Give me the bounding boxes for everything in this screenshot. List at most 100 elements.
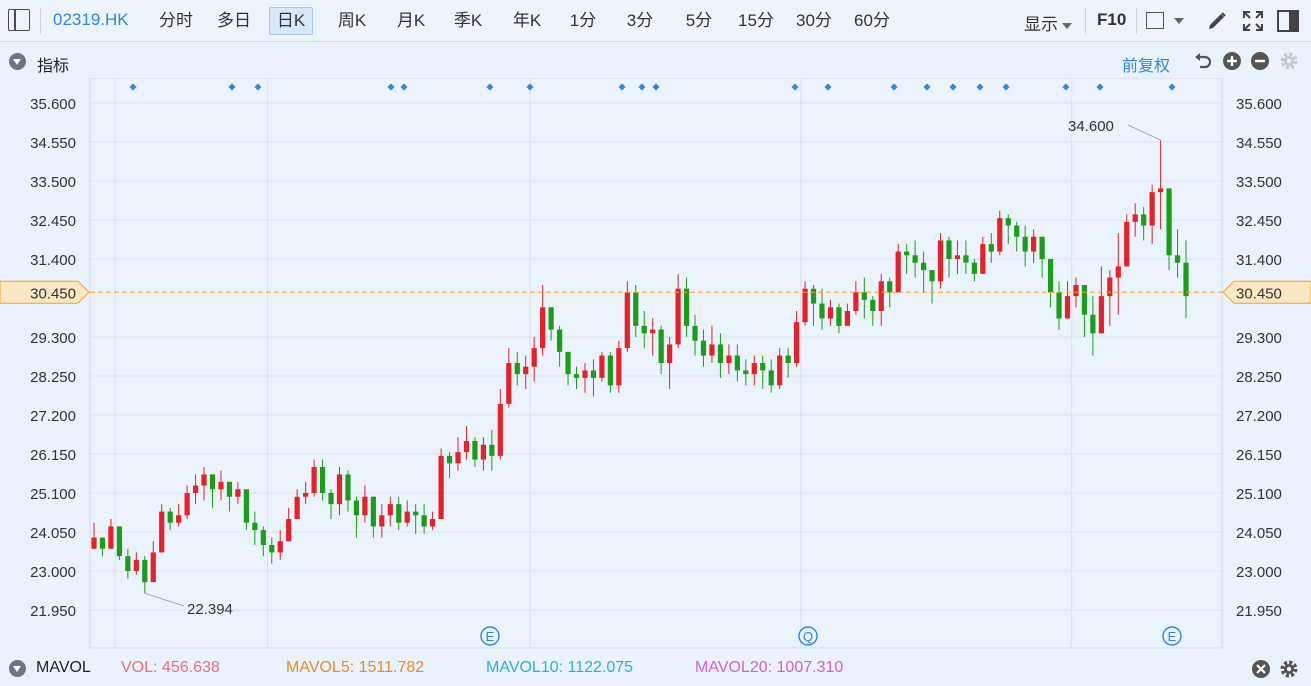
candle-body: [463, 441, 470, 453]
candle-body: [446, 455, 453, 464]
mavol10-value: 1122.075: [567, 659, 634, 676]
period-tab[interactable]: 月K: [391, 7, 431, 35]
candle-body: [607, 355, 613, 386]
right-axis-tick-label: 27.200: [1236, 408, 1282, 425]
candle-body: [709, 344, 715, 356]
sidebar-toggle-icon[interactable]: [8, 9, 30, 31]
candle-body: [937, 240, 944, 282]
candle-body: [734, 355, 740, 371]
period-tab[interactable]: 周K: [332, 7, 372, 35]
display-label: 显示: [1024, 15, 1058, 34]
candle-body: [887, 281, 893, 293]
candle-body: [582, 370, 588, 378]
candle-body: [743, 370, 749, 375]
right-axis-tick-label: 25.100: [1236, 486, 1282, 503]
price-adjust-button[interactable]: 前复权: [1122, 52, 1170, 76]
period-tab[interactable]: 日K: [269, 7, 313, 35]
candle-body: [404, 511, 410, 523]
candle-body: [1005, 218, 1011, 226]
event-marker-letter: E: [486, 629, 495, 644]
candle-body: [658, 329, 664, 363]
period-tab[interactable]: 60分: [851, 7, 893, 35]
side-panel-icon[interactable]: [1276, 9, 1300, 33]
event-marker-e[interactable]: E: [1162, 626, 1182, 646]
candle-body: [294, 496, 300, 519]
candle: [616, 340, 622, 393]
candle-body: [455, 452, 461, 464]
candle-body: [1081, 285, 1088, 315]
candle-body: [209, 474, 216, 490]
period-tab[interactable]: 3分: [623, 7, 657, 35]
candle-body: [184, 493, 190, 516]
candle-body: [1098, 296, 1104, 334]
stock-chart-app: 02319.HK 分时 多日 日K 周K 月K 季K 年K 1分 3分 5分 15分 30分 60分 显…: [0, 0, 1311, 686]
left-axis-tick-label: 33.500: [30, 174, 76, 191]
period-tab[interactable]: 季K: [448, 7, 488, 35]
candle-body: [379, 515, 385, 527]
period-tab[interactable]: 多日: [214, 7, 254, 35]
vol-label: VOL:: [121, 659, 158, 676]
candle-body: [946, 240, 952, 259]
draw-pen-icon[interactable]: [1205, 9, 1229, 33]
settings-gear-icon[interactable]: [1279, 51, 1299, 71]
right-axis-tick-label: 28.250: [1236, 369, 1282, 386]
candle-body: [362, 496, 368, 516]
candle-body: [827, 307, 834, 319]
mavol-settings-gear-icon[interactable]: [1279, 659, 1299, 679]
fullscreen-icon[interactable]: [1241, 9, 1265, 33]
candle-body: [963, 255, 969, 263]
high-price-label: 34.600: [1068, 118, 1114, 135]
zoom-in-icon[interactable]: [1222, 51, 1242, 71]
candle-body: [201, 474, 207, 486]
display-menu-button[interactable]: 显示: [1024, 10, 1072, 35]
candle-body: [590, 370, 597, 378]
candle-body: [1183, 262, 1189, 297]
zoom-out-icon[interactable]: [1250, 51, 1270, 71]
mavol5-reading: MAVOL5: 1511.782: [286, 659, 424, 677]
candle-body: [311, 467, 317, 493]
candle-body: [167, 511, 173, 523]
period-tab[interactable]: 年K: [507, 7, 547, 35]
candle-body: [1107, 277, 1113, 297]
stock-symbol[interactable]: 02319.HK: [53, 10, 129, 30]
close-mavol-icon[interactable]: [1251, 659, 1271, 679]
candle-body: [650, 329, 656, 334]
f10-button[interactable]: F10: [1097, 10, 1126, 30]
candle-body: [853, 292, 859, 311]
candle-body: [319, 467, 326, 493]
candle-body: [1132, 214, 1138, 222]
toolbar-divider: [40, 8, 41, 34]
candle-body: [802, 288, 808, 323]
candle-body: [116, 526, 122, 557]
expand-mavol-icon[interactable]: [9, 660, 26, 677]
chart-style-icon[interactable]: [1146, 12, 1164, 29]
candle-body: [1124, 221, 1130, 267]
period-tab[interactable]: 5分: [682, 7, 716, 35]
period-tab[interactable]: 30分: [793, 7, 835, 35]
undo-icon[interactable]: [1193, 51, 1213, 71]
event-marker-q[interactable]: Q: [798, 626, 818, 646]
candle-body: [192, 485, 199, 493]
toolbar-divider: [1136, 8, 1137, 34]
candle-body: [99, 537, 106, 549]
left-axis-tick-label: 31.400: [30, 252, 76, 269]
candle-body: [1047, 259, 1054, 293]
candle-body: [912, 255, 918, 263]
kline-chart[interactable]: 35.600 35.600 34.550 34.550 33.500 33.500 32.4…: [0, 78, 1311, 650]
period-tab[interactable]: 分时: [156, 7, 196, 35]
candle-body: [810, 288, 817, 304]
mavol5-value: 1511.782: [358, 659, 425, 676]
event-marker-e[interactable]: E: [480, 626, 500, 646]
candle-body: [142, 559, 148, 583]
collapse-indicator-icon[interactable]: [9, 53, 26, 70]
candle-body: [1031, 236, 1037, 252]
chevron-down-icon[interactable]: [1174, 18, 1184, 24]
period-tab[interactable]: 1分: [566, 7, 600, 35]
candle-body: [91, 537, 97, 549]
chevron-down-icon: [1062, 22, 1072, 29]
period-tab[interactable]: 15分: [735, 7, 777, 35]
vol-reading: VOL: 456.638: [121, 659, 220, 677]
candle-body: [1141, 214, 1147, 226]
candle-body: [573, 374, 580, 378]
candle-body: [726, 355, 732, 363]
